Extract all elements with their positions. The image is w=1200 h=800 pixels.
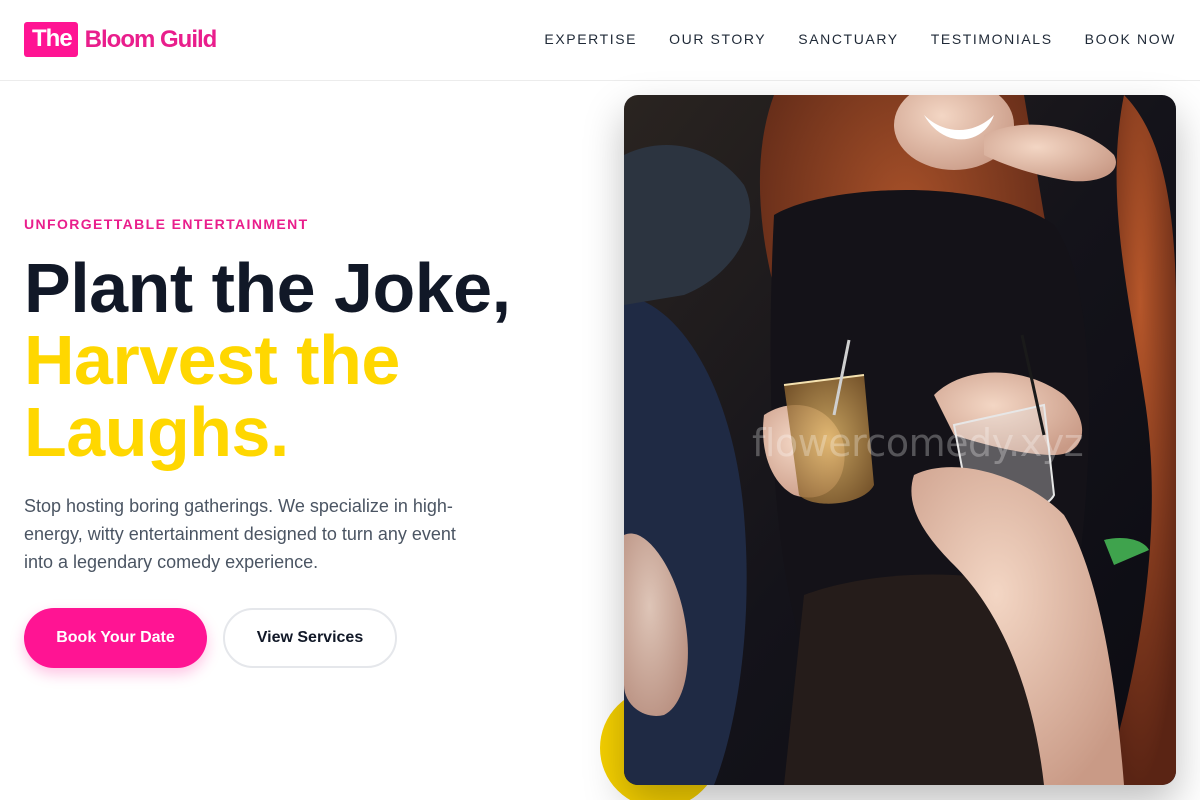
brand-logo[interactable]: The Bloom Guild [24,22,218,57]
brand-badge: The [24,22,78,57]
nav-link-our-story[interactable]: OUR STORY [669,31,766,47]
hero-description: Stop hosting boring gatherings. We speci… [24,496,456,572]
hero-photo: flowercomedy.xyz [624,95,1176,785]
nav-link-sanctuary[interactable]: SANCTUARY [798,31,899,47]
headline-line-2: Harvest the [24,321,400,399]
headline-line-1: Plant the Joke, [24,249,511,327]
hero-headline: Plant the Joke, Harvest the Laughs. [24,252,511,468]
book-your-date-button[interactable]: Book Your Date [24,608,207,668]
nav-link-testimonials[interactable]: TESTIMONIALS [931,31,1053,47]
view-services-button[interactable]: View Services [223,608,397,668]
headline-line-3: Laughs. [24,393,289,471]
site-header: The Bloom Guild EXPERTISE OUR STORY SANC… [0,0,1200,81]
hero-eyebrow: UNFORGETTABLE ENTERTAINMENT [24,216,309,232]
brand-name: Bloom Guild [84,25,218,53]
photo-watermark: flowercomedy.xyz [752,421,1084,465]
nav-link-expertise[interactable]: EXPERTISE [544,31,637,47]
main-nav: EXPERTISE OUR STORY SANCTUARY TESTIMONIA… [544,31,1176,47]
nav-link-book-now[interactable]: BOOK NOW [1085,31,1176,47]
